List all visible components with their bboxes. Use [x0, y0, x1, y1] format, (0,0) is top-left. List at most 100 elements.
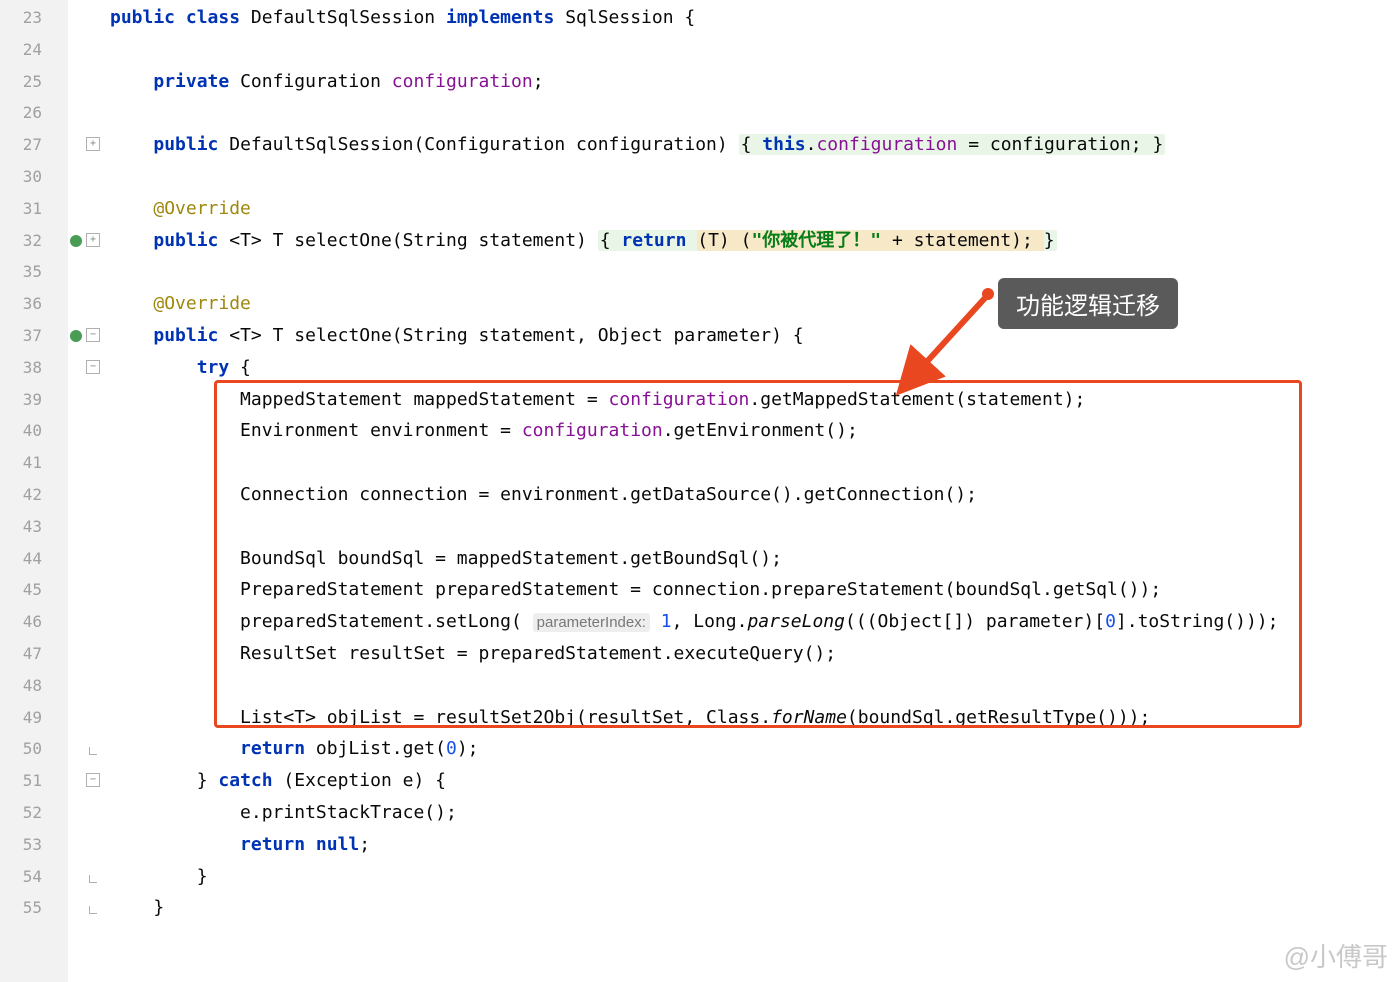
code-line[interactable]: List<T> objList = resultSet2Obj(resultSe…	[110, 702, 1400, 734]
fold-end-icon[interactable]	[89, 747, 97, 755]
line-number: 41	[0, 447, 68, 479]
gutter-marker-row	[68, 892, 104, 924]
line-number: 46	[0, 606, 68, 638]
code-line[interactable]: }	[110, 861, 1400, 893]
gutter-marker-row	[68, 415, 104, 447]
line-number: 27	[0, 129, 68, 161]
code-line[interactable]: private Configuration configuration;	[110, 66, 1400, 98]
line-number: 35	[0, 256, 68, 288]
gutter-marker-row	[68, 288, 104, 320]
code-line[interactable]: preparedStatement.setLong( parameterInde…	[110, 606, 1400, 638]
line-number: 26	[0, 97, 68, 129]
override-marker-icon[interactable]	[70, 330, 82, 342]
gutter-marker-row	[68, 479, 104, 511]
fold-expand-icon[interactable]	[86, 137, 100, 151]
code-line[interactable]	[110, 447, 1400, 479]
line-number: 51	[0, 765, 68, 797]
code-line[interactable]	[110, 161, 1400, 193]
code-line[interactable]	[110, 34, 1400, 66]
gutter-marker-row	[68, 129, 104, 161]
line-number: 37	[0, 320, 68, 352]
code-line[interactable]: @Override	[110, 288, 1400, 320]
code-line[interactable]: @Override	[110, 193, 1400, 225]
override-marker-icon[interactable]	[70, 235, 82, 247]
gutter-marker-row	[68, 543, 104, 575]
code-line[interactable]: return null;	[110, 829, 1400, 861]
gutter-marker-row	[68, 574, 104, 606]
gutter-marker-row	[68, 352, 104, 384]
line-number: 36	[0, 288, 68, 320]
code-line[interactable]: MappedStatement mappedStatement = config…	[110, 384, 1400, 416]
code-line[interactable]	[110, 511, 1400, 543]
line-number: 32	[0, 225, 68, 257]
line-number: 25	[0, 66, 68, 98]
line-number: 30	[0, 161, 68, 193]
marker-gutter: ↑↑	[68, 0, 104, 982]
gutter-marker-row	[68, 2, 104, 34]
code-line[interactable]: public <T> T selectOne(String statement,…	[110, 320, 1400, 352]
line-number: 54	[0, 861, 68, 893]
line-number: 40	[0, 415, 68, 447]
gutter-marker-row	[68, 384, 104, 416]
line-number-gutter: 2324252627303132353637383940414243444546…	[0, 0, 68, 982]
line-number: 55	[0, 892, 68, 924]
fold-collapse-icon[interactable]	[86, 773, 100, 787]
fold-end-icon[interactable]	[89, 906, 97, 914]
gutter-marker-row	[68, 66, 104, 98]
gutter-marker-row	[68, 733, 104, 765]
line-number: 43	[0, 511, 68, 543]
line-number: 38	[0, 352, 68, 384]
gutter-marker-row: ↑	[68, 320, 104, 352]
gutter-marker-row	[68, 829, 104, 861]
line-number: 47	[0, 638, 68, 670]
line-number: 24	[0, 34, 68, 66]
line-number: 52	[0, 797, 68, 829]
gutter-marker-row	[68, 670, 104, 702]
fold-expand-icon[interactable]	[86, 233, 100, 247]
gutter-marker-row	[68, 161, 104, 193]
line-number: 49	[0, 702, 68, 734]
code-line[interactable]	[110, 670, 1400, 702]
line-number: 53	[0, 829, 68, 861]
line-number: 23	[0, 2, 68, 34]
line-number: 42	[0, 479, 68, 511]
fold-collapse-icon[interactable]	[86, 360, 100, 374]
gutter-marker-row	[68, 511, 104, 543]
gutter-marker-row	[68, 638, 104, 670]
line-number: 39	[0, 384, 68, 416]
gutter-marker-row	[68, 256, 104, 288]
code-line[interactable]: PreparedStatement preparedStatement = co…	[110, 574, 1400, 606]
gutter-marker-row	[68, 447, 104, 479]
code-line[interactable]: public <T> T selectOne(String statement)…	[110, 225, 1400, 257]
code-line[interactable]: } catch (Exception e) {	[110, 765, 1400, 797]
code-line[interactable]: e.printStackTrace();	[110, 797, 1400, 829]
code-line[interactable]	[110, 97, 1400, 129]
gutter-marker-row	[68, 34, 104, 66]
code-line[interactable]: Environment environment = configuration.…	[110, 415, 1400, 447]
gutter-marker-row	[68, 702, 104, 734]
code-content[interactable]: public class DefaultSqlSession implement…	[104, 0, 1400, 982]
code-line[interactable]: ResultSet resultSet = preparedStatement.…	[110, 638, 1400, 670]
line-number: 45	[0, 574, 68, 606]
gutter-marker-row	[68, 97, 104, 129]
code-line[interactable]: BoundSql boundSql = mappedStatement.getB…	[110, 543, 1400, 575]
code-line[interactable]: public class DefaultSqlSession implement…	[110, 2, 1400, 34]
gutter-marker-row	[68, 606, 104, 638]
watermark: @小傅哥	[1284, 937, 1388, 974]
code-line[interactable]: public DefaultSqlSession(Configuration c…	[110, 129, 1400, 161]
fold-collapse-icon[interactable]	[86, 328, 100, 342]
code-line[interactable]: }	[110, 892, 1400, 924]
gutter-marker-row	[68, 797, 104, 829]
code-line[interactable]: Connection connection = environment.getD…	[110, 479, 1400, 511]
line-number: 48	[0, 670, 68, 702]
gutter-marker-row	[68, 861, 104, 893]
code-line[interactable]	[110, 256, 1400, 288]
code-line[interactable]: return objList.get(0);	[110, 733, 1400, 765]
gutter-marker-row: ↑	[68, 225, 104, 257]
code-editor: 2324252627303132353637383940414243444546…	[0, 0, 1400, 982]
line-number: 50	[0, 733, 68, 765]
code-line[interactable]: try {	[110, 352, 1400, 384]
fold-end-icon[interactable]	[89, 875, 97, 883]
callout-label: 功能逻辑迁移	[998, 278, 1178, 329]
line-number: 44	[0, 543, 68, 575]
